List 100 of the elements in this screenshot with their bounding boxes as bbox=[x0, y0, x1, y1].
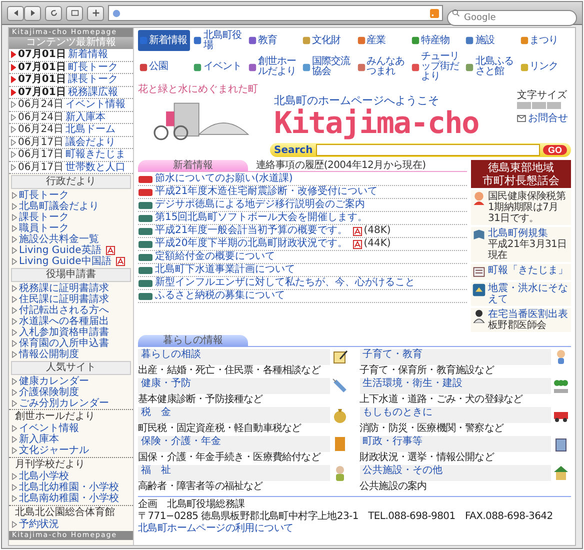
nav-tab[interactable]: 創世ホールだより bbox=[246, 52, 300, 82]
nav-tab[interactable]: 施設 bbox=[464, 30, 517, 51]
category-link[interactable]: 福 祉 bbox=[138, 465, 330, 481]
sidebar-link[interactable]: 北島南幼稚園・小学校 bbox=[19, 493, 119, 504]
sidebar-link[interactable]: 課長トーク bbox=[19, 212, 69, 223]
category-link[interactable]: 町政・行事等 bbox=[360, 436, 551, 452]
latest-update-link[interactable]: 07月01日 新着情報 bbox=[9, 49, 133, 62]
sidebar-link[interactable]: Living Guide中国語 bbox=[19, 256, 112, 267]
search-input[interactable] bbox=[316, 144, 540, 156]
category-link[interactable]: 子育て・教育 bbox=[360, 349, 551, 365]
nav-tab[interactable]: リンク bbox=[518, 52, 571, 82]
bookmark-button[interactable] bbox=[66, 6, 83, 20]
sidebar-link[interactable]: 町長トーク bbox=[19, 190, 69, 201]
back-button[interactable] bbox=[7, 6, 24, 20]
news-link[interactable]: 平成20年度下半期の北島町財政状況です。 bbox=[155, 238, 348, 250]
news-link[interactable]: 節水についてのお願い(水道課) bbox=[155, 173, 293, 185]
category-link[interactable]: 税 金 bbox=[138, 407, 330, 423]
mail-icon bbox=[517, 115, 526, 122]
sidebar-link[interactable]: 入札参加資格申請書 bbox=[19, 327, 109, 338]
schoolhouse-icon bbox=[553, 465, 569, 481]
nav-tab[interactable]: 産業 bbox=[356, 30, 408, 51]
nav-tab[interactable]: 公園 bbox=[138, 52, 190, 82]
latest-update-link[interactable]: 06月24日 北島ドーム bbox=[9, 124, 133, 136]
sidebar-link[interactable]: 住民課に証明書請求 bbox=[19, 294, 109, 305]
latest-update-link[interactable]: 06月17日 世帯数と人口 bbox=[9, 162, 133, 174]
category-description: 財政状況・選挙・情報公開など bbox=[360, 452, 496, 463]
go-button[interactable]: GO bbox=[542, 145, 567, 155]
latest-update-link[interactable]: 07月01日 課長トーク bbox=[9, 74, 133, 86]
book-icon bbox=[472, 228, 486, 242]
sidebar-link[interactable]: 介護保険制度 bbox=[19, 387, 79, 398]
search-field[interactable]: Google bbox=[447, 10, 577, 26]
latest-update-link[interactable]: 06月24日 新入庫本 bbox=[9, 112, 133, 124]
latest-update-link[interactable]: 06月17日 町報きたじま bbox=[9, 149, 133, 162]
sidebar-link[interactable]: 情報公開制度 bbox=[19, 349, 79, 360]
info-link[interactable]: 地震・洪水にそなえて bbox=[488, 283, 570, 305]
sidebar-link[interactable]: ごみ分別カレンダー bbox=[19, 398, 109, 409]
sidebar-link[interactable]: 保育園の入所申込書 bbox=[19, 338, 109, 349]
news-link[interactable]: デジサポ徳島による地デジ移行説明会のご案内 bbox=[155, 199, 365, 211]
reload-button[interactable] bbox=[45, 6, 62, 20]
nav-tab[interactable]: 特産物 bbox=[410, 30, 462, 51]
nav-tab[interactable]: みんなあつまれ bbox=[356, 52, 408, 82]
news-link[interactable]: 第15回北島町ソフトボール大会を開催します。 bbox=[155, 212, 368, 224]
sidebar-link[interactable]: 新入庫本 bbox=[19, 434, 59, 445]
sidebar-link[interactable]: 北島小学校 bbox=[19, 471, 69, 482]
council-banner[interactable]: 徳島東部地域 市町村長懇話会 bbox=[471, 160, 571, 188]
news-link[interactable]: 平成21年度木造住宅耐震診断・改修受付について bbox=[155, 186, 378, 198]
welcome-text: 北島町のホームページへようこそ bbox=[274, 94, 440, 107]
category-link[interactable]: もしものときに bbox=[360, 407, 551, 423]
info-link[interactable]: 町報「きたじま」 bbox=[488, 265, 568, 276]
add-button[interactable] bbox=[87, 6, 104, 20]
nav-tab[interactable]: 北島町役場 bbox=[192, 30, 245, 51]
tile-icon bbox=[302, 36, 312, 45]
footer-link[interactable]: 北島町ホームページの利用について bbox=[138, 523, 294, 535]
category-link[interactable]: 生活環境・衛生・建設 bbox=[360, 378, 551, 394]
category-link[interactable]: 公共施設・その他 bbox=[360, 465, 551, 481]
latest-update-link[interactable]: 07月01日 町長トーク bbox=[9, 62, 133, 74]
latest-update-link[interactable]: 06月24日 イベント情報 bbox=[9, 99, 133, 112]
info-link[interactable]: 北島町例規集 bbox=[488, 228, 570, 239]
info-link[interactable]: 在宅当番医割出表 bbox=[488, 309, 568, 320]
forward-button[interactable] bbox=[24, 6, 41, 20]
sidebar-link[interactable]: 北島北幼稚園・小学校 bbox=[19, 482, 119, 493]
news-link[interactable]: 北島町下水道事業計画について bbox=[155, 264, 295, 276]
sidebar-link[interactable]: 税務課に証明書請求 bbox=[19, 283, 109, 294]
address-field[interactable] bbox=[108, 5, 443, 21]
category-link[interactable]: 暮らしの相談 bbox=[138, 349, 330, 365]
nav-tab[interactable]: 新着情報 bbox=[138, 30, 190, 51]
sidebar-link[interactable]: 水道課への各種届出 bbox=[19, 316, 109, 327]
sidebar-link[interactable]: 健康カレンダー bbox=[19, 376, 89, 387]
latest-update-link[interactable]: 07月01日 税務課広報 bbox=[9, 86, 133, 99]
news-link[interactable]: 平成21年度一般会計当初予算の概要です。 bbox=[155, 225, 348, 237]
section-header: 役場申請書 bbox=[11, 268, 131, 282]
contact-link[interactable]: お問合せ bbox=[517, 113, 571, 124]
syringe-icon bbox=[332, 378, 348, 394]
section-header: 人気サイト bbox=[11, 361, 131, 375]
nav-tab[interactable]: 北島ふるさと館 bbox=[464, 52, 517, 82]
latest-update-link[interactable]: 06月17日 議会だより bbox=[9, 136, 133, 149]
info-note: 板野郡医師会 bbox=[488, 320, 548, 331]
news-link[interactable]: 定額給付金の概要について bbox=[155, 251, 275, 263]
history-link[interactable]: 連絡事項の履歴(2004年12月から現在) bbox=[256, 160, 426, 171]
news-link[interactable]: 新型インフルエンザに対して私たちが、今、心がけること bbox=[155, 277, 415, 289]
nav-tab[interactable]: まつり bbox=[518, 30, 571, 51]
sidebar-link[interactable]: 施設公共料金一覧 bbox=[19, 234, 99, 245]
nav-tab[interactable]: 国際交流協会 bbox=[301, 52, 354, 82]
sidebar-link[interactable]: 北島町議会だより bbox=[19, 201, 99, 212]
sidebar-link[interactable]: 予約状況 bbox=[19, 519, 59, 530]
news-link[interactable]: ふるさと納税の募集について bbox=[155, 290, 285, 302]
category-link[interactable]: 健康・予防 bbox=[138, 378, 330, 394]
sidebar-link[interactable]: Living Guide英語 bbox=[19, 245, 102, 256]
sidebar-link[interactable]: 職員トーク bbox=[19, 223, 69, 234]
nav-tab[interactable]: 教育 bbox=[246, 30, 300, 51]
category-description: 出産・結婚・死亡・住民票・各種相談など bbox=[138, 365, 322, 376]
sidebar-link[interactable]: 付記転出される方へ bbox=[19, 305, 109, 316]
triangle-icon bbox=[12, 521, 17, 528]
category-link[interactable]: 保険・介護・年金 bbox=[138, 436, 330, 452]
nav-tab[interactable]: チューリップ街だより bbox=[410, 52, 462, 82]
nav-tab[interactable]: 文化財 bbox=[301, 30, 354, 51]
sidebar-link[interactable]: 文化ジャーナル bbox=[19, 445, 89, 456]
nav-tab[interactable]: イベント bbox=[192, 52, 245, 82]
sidebar-link[interactable]: イベント情報 bbox=[19, 423, 79, 434]
group-title: 北島北公園総合体育館 bbox=[14, 507, 116, 518]
